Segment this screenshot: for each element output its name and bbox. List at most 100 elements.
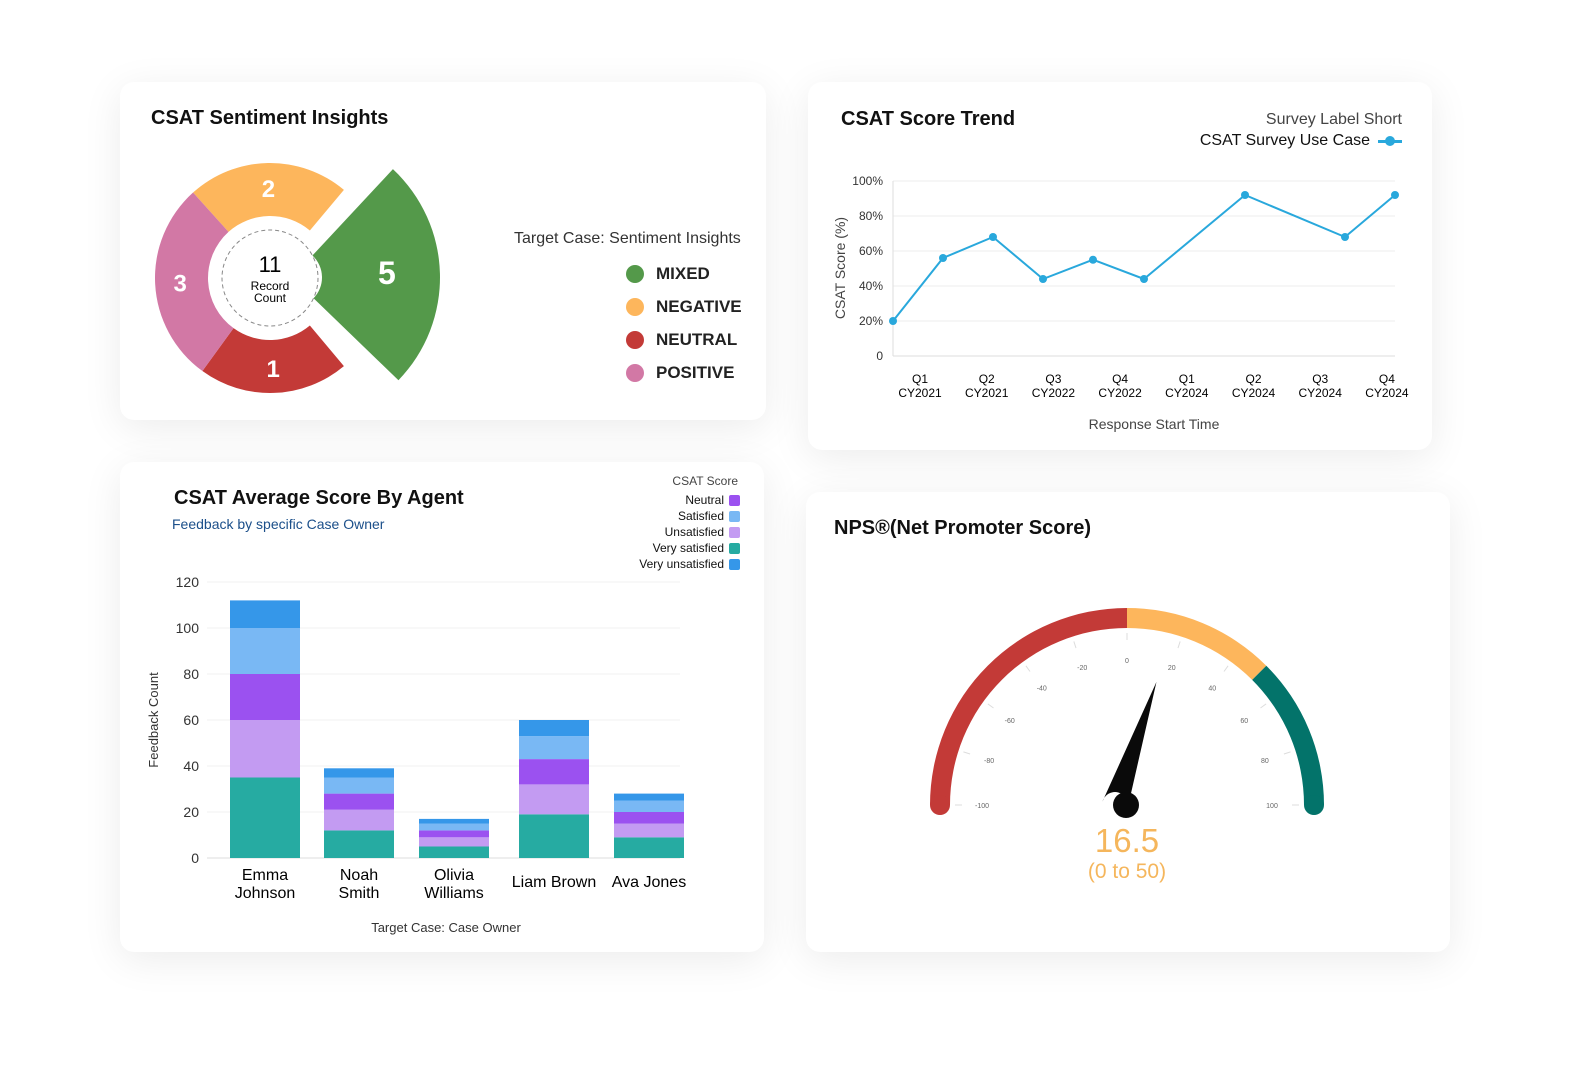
bar-segment-very-satisfied (519, 814, 589, 858)
bar-segment-neutral (324, 793, 394, 810)
gauge-tick-label: -20 (1077, 665, 1087, 672)
x-tick-label: CY2024 (1232, 386, 1276, 400)
x-tick-label: Smith (339, 885, 380, 902)
y-tick-label: 80 (183, 666, 199, 682)
x-tick-label: Q4 (1379, 372, 1395, 386)
y-tick-label: 60% (859, 244, 883, 258)
y-tick-label: 0 (876, 349, 883, 363)
data-point (1089, 255, 1097, 264)
donut-slice-label: 2 (262, 176, 275, 203)
gauge-tick-label: -40 (1037, 686, 1047, 693)
x-tick-label: Q3 (1312, 372, 1328, 386)
y-tick-label: 40 (183, 758, 199, 774)
bar-segment-very-satisfied (324, 830, 394, 858)
y-tick-label: 20 (183, 804, 199, 820)
x-tick-label: CY2022 (1098, 386, 1142, 400)
x-tick-label: Liam Brown (512, 874, 596, 891)
bar-segment-unsatisfied (324, 809, 394, 831)
x-tick-label: Noah (340, 867, 378, 884)
gauge-tick-label: -100 (975, 803, 989, 810)
x-tick-label: Williams (424, 885, 484, 902)
gauge-tick-label: -80 (984, 758, 994, 765)
x-tick-label: CY2024 (1299, 386, 1343, 400)
bar-segment-satisfied (614, 800, 684, 812)
bar-segment-very-satisfied (230, 777, 300, 858)
x-tick-label: CY2024 (1165, 386, 1209, 400)
gauge-needle (1102, 681, 1157, 809)
bar-segment-very-unsatisfied (419, 818, 489, 824)
x-tick-label: CY2021 (965, 386, 1009, 400)
data-point (1241, 191, 1249, 199)
y-tick-label: 20% (859, 314, 883, 328)
x-tick-label: Q1 (912, 372, 928, 386)
data-point (1140, 275, 1148, 283)
y-tick-label: 0 (191, 850, 199, 866)
gauge-cap (1304, 795, 1324, 815)
bar-segment-unsatisfied (614, 823, 684, 838)
y-tick-label: 120 (176, 574, 200, 590)
data-point (939, 254, 947, 262)
bar-segment-very-unsatisfied (614, 793, 684, 801)
x-tick-label: CY2022 (1032, 386, 1076, 400)
bar-segment-unsatisfied (230, 720, 300, 778)
gauge-tick-label: -60 (1005, 718, 1015, 725)
gauge-band (1252, 665, 1324, 805)
gauge-tick (1260, 703, 1267, 709)
y-axis-label: CSAT Score (%) (832, 217, 848, 319)
x-tick-label: Johnson (235, 885, 296, 902)
x-tick-label: Q2 (979, 372, 995, 386)
bar-segment-very-unsatisfied (230, 600, 300, 628)
gauge-cap (930, 795, 950, 815)
data-point (889, 317, 897, 325)
bar-segment-neutral (519, 759, 589, 785)
gauge-tick-label: 20 (1168, 665, 1176, 672)
gauge-tick-label: 0 (1125, 658, 1129, 665)
donut-center-ring (221, 229, 319, 327)
gauge-tick (963, 751, 971, 755)
bar-segment-satisfied (324, 777, 394, 794)
gauge-tick (1223, 665, 1229, 672)
donut-center-value: 11 (259, 252, 282, 277)
y-tick-label: 40% (859, 279, 883, 293)
x-tick-label: Emma (242, 867, 288, 884)
gauge-band (930, 608, 1127, 805)
gauge-tick-label: 60 (1240, 718, 1248, 725)
bar-segment-very-satisfied (419, 846, 489, 858)
gauge-tick (1283, 751, 1291, 755)
y-tick-label: 100% (852, 174, 883, 188)
donut-center-label: Count (254, 291, 287, 305)
gauge-tick-label: 100 (1266, 803, 1278, 810)
data-point (1341, 233, 1349, 241)
x-tick-label: Q3 (1045, 372, 1061, 386)
bar-segment-satisfied (419, 823, 489, 831)
y-axis-label: Feedback Count (146, 672, 161, 768)
gauge-needle-hub (1113, 792, 1139, 818)
x-tick-label: CY2021 (898, 386, 942, 400)
x-tick-label: Q1 (1179, 372, 1195, 386)
bar-segment-unsatisfied (519, 784, 589, 815)
data-point (989, 233, 997, 241)
bar-segment-very-unsatisfied (519, 720, 589, 737)
gauge-tick (1073, 641, 1077, 649)
data-point (1391, 191, 1399, 199)
gauge-tick (987, 703, 994, 709)
bar-segment-unsatisfied (419, 837, 489, 847)
gauge-tick (1177, 641, 1181, 649)
bar-segment-very-unsatisfied (324, 768, 394, 778)
data-point (1039, 275, 1047, 283)
donut-slice-label: 5 (378, 255, 396, 291)
x-tick-label: Q2 (1245, 372, 1261, 386)
gauge-tick-label: 40 (1208, 686, 1216, 693)
x-tick-label: Olivia (434, 867, 474, 884)
gauge-tick (1025, 665, 1031, 672)
x-axis-label: Response Start Time (1089, 416, 1220, 432)
x-axis-label: Target Case: Case Owner (371, 920, 521, 935)
donut-slice-label: 1 (266, 356, 279, 383)
gauge-band (1127, 608, 1267, 680)
bar-segment-neutral (230, 674, 300, 720)
x-tick-label: Ava Jones (612, 874, 686, 891)
bar-segment-satisfied (230, 628, 300, 674)
x-tick-label: Q4 (1112, 372, 1128, 386)
y-tick-label: 100 (176, 620, 200, 636)
y-tick-label: 60 (183, 712, 199, 728)
